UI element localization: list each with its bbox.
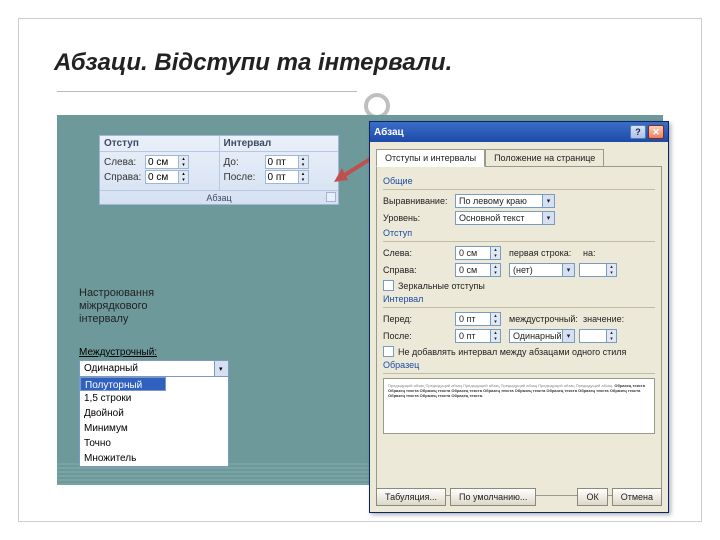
spacing-after-label: После: xyxy=(383,331,451,341)
dialog-titlebar[interactable]: Абзац ? ✕ xyxy=(370,122,668,142)
cancel-button[interactable]: Отмена xyxy=(612,488,662,506)
spacing-before-label: Перед: xyxy=(383,314,451,324)
page-title: Абзаци. Відступи та інтервали. xyxy=(54,49,452,77)
combo-option[interactable]: Точно xyxy=(80,436,228,451)
spacing-after-spinner[interactable]: 0 пт xyxy=(265,170,309,184)
line-spacing-label: междустрочный: xyxy=(509,314,575,324)
close-button[interactable]: ✕ xyxy=(648,125,664,139)
combo-option[interactable]: Минимум xyxy=(80,421,228,436)
indent-left-label: Слева: xyxy=(383,248,451,258)
section-indent: Отступ xyxy=(383,228,655,238)
indent-right-label: Справа: xyxy=(383,265,451,275)
indent-left-label: Слева: xyxy=(104,157,142,168)
mirror-indents-checkbox[interactable]: Зеркальные отступы xyxy=(383,280,655,291)
tabs-button[interactable]: Табуляция... xyxy=(376,488,446,506)
paragraph-dialog: Абзац ? ✕ Отступы и интервалы Положение … xyxy=(369,121,669,513)
line-spacing-select[interactable]: Одинарный xyxy=(509,329,575,343)
no-extra-space-checkbox[interactable]: Не добавлять интервал между абзацами одн… xyxy=(383,346,655,357)
combo-option[interactable]: Полуторный xyxy=(80,377,166,391)
on-label: на: xyxy=(583,248,607,258)
section-spacing: Интервал xyxy=(383,294,655,304)
alignment-label: Выравнивание: xyxy=(383,196,451,206)
combo-selected-value: Одинарный xyxy=(80,361,214,376)
annotation-text: Настроювання міжрядкового інтервалу xyxy=(79,287,179,327)
combo-option[interactable]: Множитель xyxy=(80,451,228,466)
dialog-launcher[interactable] xyxy=(326,192,336,202)
ribbon-col2-header: Интервал xyxy=(219,136,339,152)
ok-button[interactable]: ОК xyxy=(577,488,607,506)
level-select[interactable]: Основной текст xyxy=(455,211,555,225)
indent-left-spinner[interactable]: 0 см xyxy=(145,155,189,169)
first-line-label: первая строка: xyxy=(509,248,575,258)
combo-option[interactable]: 1,5 строки xyxy=(80,391,228,406)
alignment-select[interactable]: По левому краю xyxy=(455,194,555,208)
section-general: Общие xyxy=(383,176,655,186)
title-underline xyxy=(57,91,357,92)
combo-option[interactable]: Двойной xyxy=(80,406,228,421)
spacing-before-label: До: xyxy=(224,157,262,168)
indent-right-label: Справа: xyxy=(104,172,142,183)
section-preview: Образец xyxy=(383,360,655,370)
value-label: значение: xyxy=(583,314,619,324)
help-button[interactable]: ? xyxy=(630,125,646,139)
spacing-after-label: После: xyxy=(224,172,262,183)
line-spacing-value-spinner[interactable] xyxy=(579,329,617,343)
line-spacing-combo: Междустрочный: Одинарный Полуторный 1,5 … xyxy=(79,347,229,467)
level-label: Уровень: xyxy=(383,213,451,223)
indent-right-spinner[interactable]: 0 см xyxy=(455,263,501,277)
ribbon-group-name: Абзац xyxy=(206,193,231,203)
preview-box: Предыдущий абзац Предыдущий абзац Предыд… xyxy=(383,378,655,434)
combo-list: Полуторный 1,5 строки Двойной Минимум То… xyxy=(80,376,228,466)
ribbon-col1-header: Отступ xyxy=(100,136,219,152)
tab-position[interactable]: Положение на странице xyxy=(485,149,604,167)
spacing-after-spinner[interactable]: 0 пт xyxy=(455,329,501,343)
first-line-select[interactable]: (нет) xyxy=(509,263,575,277)
combo-label: Междустрочный: xyxy=(79,347,229,358)
default-button[interactable]: По умолчанию... xyxy=(450,488,536,506)
spacing-before-spinner[interactable]: 0 пт xyxy=(265,155,309,169)
combo-box[interactable]: Одинарный Полуторный 1,5 строки Двойной … xyxy=(79,360,229,467)
ribbon-paragraph-group: Отступ Интервал Слева: 0 см Справа: 0 см… xyxy=(99,135,339,205)
spacing-before-spinner[interactable]: 0 пт xyxy=(455,312,501,326)
indent-left-spinner[interactable]: 0 см xyxy=(455,246,501,260)
chevron-down-icon[interactable] xyxy=(214,361,228,376)
dialog-title: Абзац xyxy=(374,127,404,138)
first-line-value-spinner[interactable] xyxy=(579,263,617,277)
indent-right-spinner[interactable]: 0 см xyxy=(145,170,189,184)
tab-indents[interactable]: Отступы и интервалы xyxy=(376,149,485,167)
